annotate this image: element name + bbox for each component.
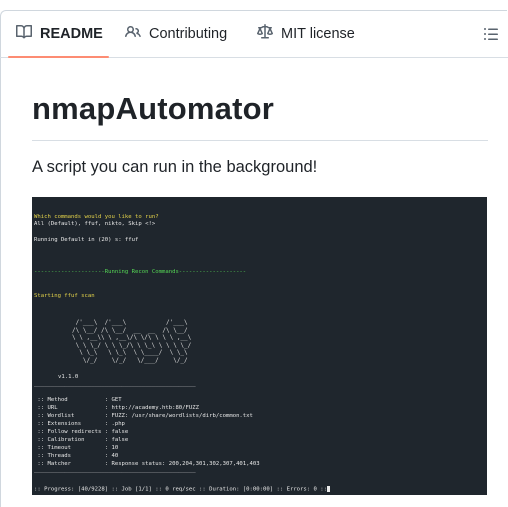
terminal-starting-scan: Starting ffuf scan [34,293,95,299]
terminal-progress-text: :: Progress: [40/9228] :: Job [1/1] :: 0… [34,486,327,493]
outline-button[interactable] [483,26,501,44]
terminal-config-line: :: Follow redirects : false [34,429,129,435]
readme-tab-bar: README Contributing MIT license [0,10,508,58]
terminal-divider: ________________________________________… [34,381,196,387]
terminal-config-line: :: Timeout : 10 [34,445,119,451]
tab-contributing[interactable]: Contributing [125,10,227,57]
readme-title: nmapAutomator [32,91,274,126]
book-icon [16,24,40,44]
tab-readme[interactable]: README [16,10,103,57]
ffuf-ascii-logo: /'___\ /'___\ /'___\ /\ \__/ /\ \__/ __ … [72,319,192,364]
tab-license-label: MIT license [281,25,355,42]
active-tab-indicator [8,56,109,58]
terminal-config-line: :: Threads : 40 [34,453,119,459]
terminal-running-default: Running Default in (20) s: ffuf [34,237,139,243]
people-icon [125,24,149,44]
law-icon [257,23,281,44]
terminal-progress-line: :: Progress: [40/9228] :: Job [1/1] :: 0… [34,486,330,494]
terminal-config-line: :: Wordlist : FUZZ: /usr/share/wordlists… [34,413,253,419]
terminal-config-line: :: Extensions : .php [34,421,125,427]
list-unordered-icon [483,28,499,46]
terminal-divider: ________________________________________… [34,467,196,473]
terminal-version: v1.1.0 [58,374,79,380]
tab-license[interactable]: MIT license [257,10,355,57]
terminal-cursor [327,486,330,492]
terminal-config-line: :: Calibration : false [34,437,129,443]
terminal-prompt-question: Which commands would you like to run? [34,214,159,220]
terminal-config-line: :: URL : http://academy.htb:80/FUZZ [34,405,200,411]
tab-contributing-label: Contributing [149,25,228,42]
terminal-recon-banner: ---------------------Running Recon Comma… [34,269,247,275]
terminal-prompt-options: All (Default), ffuf, nikto, Skip <!> [34,221,156,227]
readme-description: A script you can run in the background! [32,158,318,176]
tab-readme-label: README [40,25,103,42]
title-divider [32,140,488,141]
terminal-screenshot: Which commands would you like to run? Al… [32,197,487,495]
terminal-config-line: :: Method : GET [34,397,122,403]
